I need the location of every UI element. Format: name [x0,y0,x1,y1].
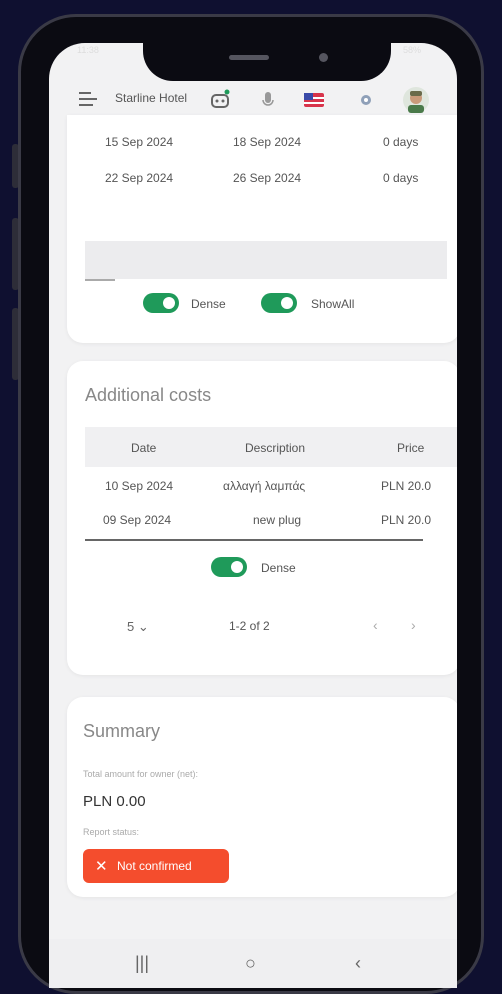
additional-costs-card: Additional costs Date Description Price … [67,361,457,675]
table-row[interactable]: 22 Sep 2024 26 Sep 2024 0 days [67,161,457,195]
status-badge-label: Not confirmed [117,859,192,873]
next-page-icon[interactable]: › [411,617,416,633]
hotel-name[interactable]: Starline Hotel [115,91,187,105]
dense-label: Dense [261,561,296,575]
screen: 11:38 58% Starline Hotel 15 Sep 2024 18 … [49,43,457,988]
days-count: 0 days [383,171,419,185]
date-from: 15 Sep 2024 [105,135,174,149]
status-badge: ✕ Not confirmed [83,849,229,883]
previous-page-icon[interactable]: ‹ [373,617,378,633]
total-amount-value: PLN 0.00 [83,793,146,810]
settings-icon[interactable] [355,89,377,111]
column-header-price[interactable]: Price [397,441,424,455]
system-nav-bar: ||| ○ ‹ [49,939,457,988]
card-title: Summary [83,721,161,741]
status-time: 11:38 [77,45,99,55]
cost-date: 09 Sep 2024 [103,513,172,527]
menu-icon[interactable] [79,92,97,106]
table-row[interactable]: 09 Sep 2024 new plug PLN 20.0 [67,503,457,537]
table-row[interactable]: 10 Sep 2024 αλλαγή λαμπάς PLN 20.0 [67,469,457,503]
us-flag-icon[interactable] [303,89,325,111]
table-divider [85,539,423,541]
pagination-range: 1-2 of 2 [229,619,270,633]
rows-per-page-value: 5 [127,619,135,634]
chevron-down-icon: ⌄ [137,619,149,634]
card-title: Additional costs [85,385,212,405]
battery-level: 58% [402,45,421,55]
dense-label: Dense [191,297,226,311]
front-camera [319,53,328,62]
speaker-grille [229,55,269,60]
show-all-label: ShowAll [311,297,355,311]
cost-date: 10 Sep 2024 [105,479,174,493]
recent-apps-icon[interactable]: ||| [135,953,149,974]
cost-description: αλλαγή λαμπάς [223,479,306,493]
close-icon: ✕ [95,858,108,875]
camera-notch [143,43,391,81]
cost-price: PLN 20.0 [381,513,432,527]
app-header: Starline Hotel [49,81,457,117]
reservations-card: 15 Sep 2024 18 Sep 2024 0 days 22 Sep 20… [67,115,457,343]
dense-toggle[interactable] [143,293,179,313]
days-count: 0 days [383,135,419,149]
phone-body: 11:38 58% Starline Hotel 15 Sep 2024 18 … [18,14,484,994]
dense-toggle[interactable] [211,557,247,577]
cost-description: new plug [253,513,302,527]
summary-card: Summary Total amount for owner (net): PL… [67,697,457,897]
rows-per-page-select[interactable]: 5 ⌄ [127,619,149,635]
show-all-toggle[interactable] [261,293,297,313]
home-icon[interactable]: ○ [245,953,256,974]
total-amount-label: Total amount for owner (net): [83,769,199,779]
table-header: Date Description Price [85,427,457,467]
date-to: 18 Sep 2024 [233,135,302,149]
report-status-label: Report status: [83,827,140,837]
column-header-description[interactable]: Description [245,441,305,455]
back-icon[interactable]: ‹ [355,953,361,974]
cost-price: PLN 20.0 [381,479,432,493]
robot-icon[interactable] [209,89,231,111]
microphone-icon[interactable] [257,89,279,111]
table-row[interactable]: 15 Sep 2024 18 Sep 2024 0 days [67,125,457,159]
date-to: 26 Sep 2024 [233,171,302,185]
avatar[interactable] [403,87,429,113]
device-frame: 11:38 58% Starline Hotel 15 Sep 2024 18 … [0,0,502,994]
column-header-date[interactable]: Date [131,441,156,455]
horizontal-scrollbar[interactable] [85,279,115,281]
date-from: 22 Sep 2024 [105,171,174,185]
table-footer-bar [85,241,447,279]
